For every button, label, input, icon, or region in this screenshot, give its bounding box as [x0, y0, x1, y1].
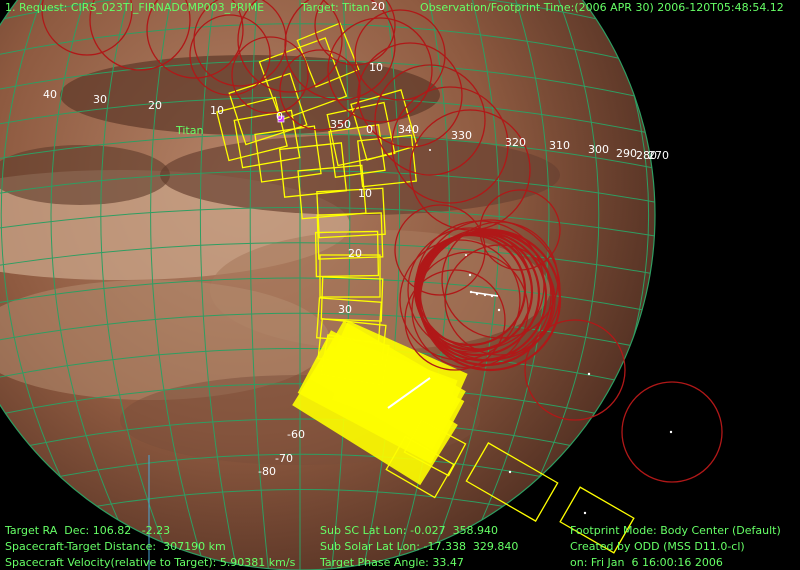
sub-sc-lat-lon: Sub SC Lat Lon: -0.027 358.940	[320, 524, 499, 537]
lon-label: 350	[330, 118, 351, 131]
lon-label: 330	[451, 129, 472, 142]
lon-label: 0	[366, 123, 373, 136]
spacecraft-velocity: Spacecraft Velocity(relative to Target):…	[5, 556, 296, 569]
target-name-label: Target: Titan	[301, 1, 370, 14]
lon-label: 340	[398, 123, 419, 136]
lon-label: 20	[148, 99, 162, 112]
target-ra-dec: Target RA Dec: 106.82 -2.23	[5, 524, 171, 537]
lon-label: 10	[210, 104, 224, 117]
lon-label: 20	[371, 0, 385, 13]
created-by: Created by ODD (MSS D11.0-cl)	[570, 540, 745, 553]
observation-time-label: Observation/Footprint Time:(2006 APR 30)…	[420, 1, 784, 14]
lat-label: 10	[358, 187, 372, 200]
lon-label: 290	[616, 147, 637, 160]
request-label: 1. Request: CIRS_023TI_FIRNADCMP003_PRIM…	[5, 1, 265, 14]
footprint-mode: Footprint Mode: Body Center (Default)	[570, 524, 781, 537]
lat-label: 20	[348, 247, 362, 260]
lon-label: 300	[588, 143, 609, 156]
lat-label: -60	[287, 428, 305, 441]
titan-globe	[0, 0, 656, 570]
lon-label: 270	[648, 149, 669, 162]
lon-label: 320	[505, 136, 526, 149]
lon-label: 0	[276, 110, 283, 123]
spacecraft-target-distance: Spacecraft-Target Distance: 307190 km	[5, 540, 226, 553]
target-label: Titan	[175, 124, 203, 137]
sub-solar-lat-lon: Sub Solar Lat Lon: -17.338 329.840	[320, 540, 519, 553]
lat-label: -70	[275, 452, 293, 465]
scene-canvas: Titan 20 10 0 350 0 340 330 320 310 300 …	[0, 0, 723, 570]
lat-label: -80	[258, 465, 276, 478]
lon-label: 40	[43, 88, 57, 101]
lon-label: 310	[549, 139, 570, 152]
lat-label: 10	[369, 61, 383, 74]
target-phase-angle: Target Phase Angle: 33.47	[320, 556, 464, 569]
creation-date: on: Fri Jan 6 16:00:16 2006	[570, 556, 723, 569]
lon-label: 30	[93, 93, 107, 106]
lat-label: 30	[338, 303, 352, 316]
